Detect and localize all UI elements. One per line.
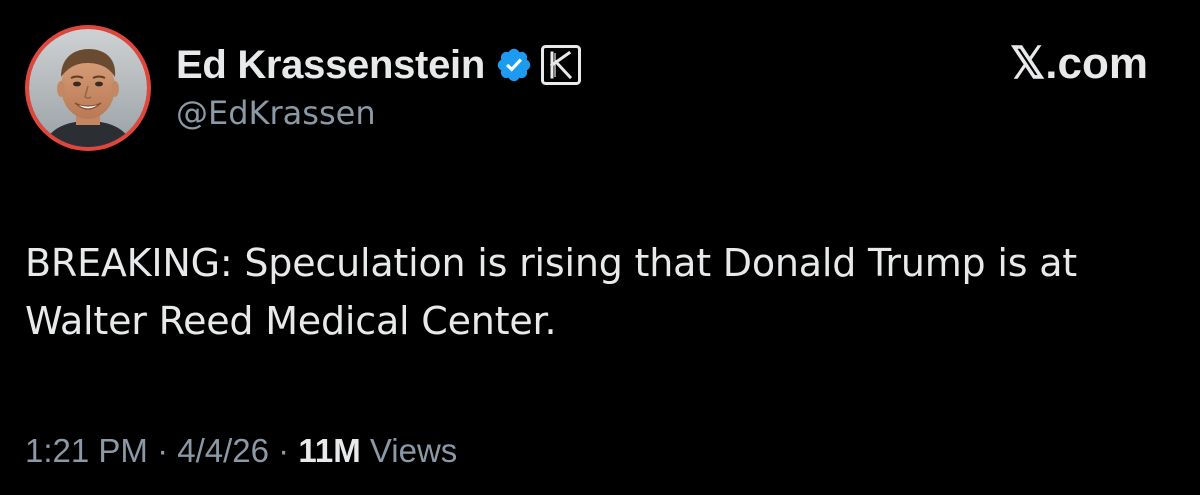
tweet-meta: 1:21 PM · 4/4/26 · 11M Views	[25, 432, 457, 470]
views-label: Views	[360, 432, 458, 469]
views-count: 11M	[298, 432, 361, 469]
author-handle[interactable]: @EdKrassen	[176, 94, 376, 132]
meta-separator: ·	[268, 432, 299, 469]
avatar-photo	[29, 29, 147, 147]
verified-badge-icon[interactable]	[495, 46, 533, 84]
avatar[interactable]	[25, 25, 151, 151]
tweet-card: Ed Krassenstein @EdKrassen 𝕏.com BREAKIN…	[0, 0, 1200, 495]
x-com-brand: 𝕏.com	[1009, 39, 1148, 88]
tweet-text: BREAKING: Speculation is rising that Don…	[25, 241, 1077, 343]
author-display-name[interactable]: Ed Krassenstein	[176, 43, 485, 88]
author-name-row: Ed Krassenstein	[176, 40, 581, 90]
tweet-time[interactable]: 1:21 PM	[25, 432, 148, 469]
meta-separator: ·	[147, 432, 178, 469]
k-affiliate-icon[interactable]	[540, 45, 581, 85]
tweet-date[interactable]: 4/4/26	[177, 432, 269, 469]
